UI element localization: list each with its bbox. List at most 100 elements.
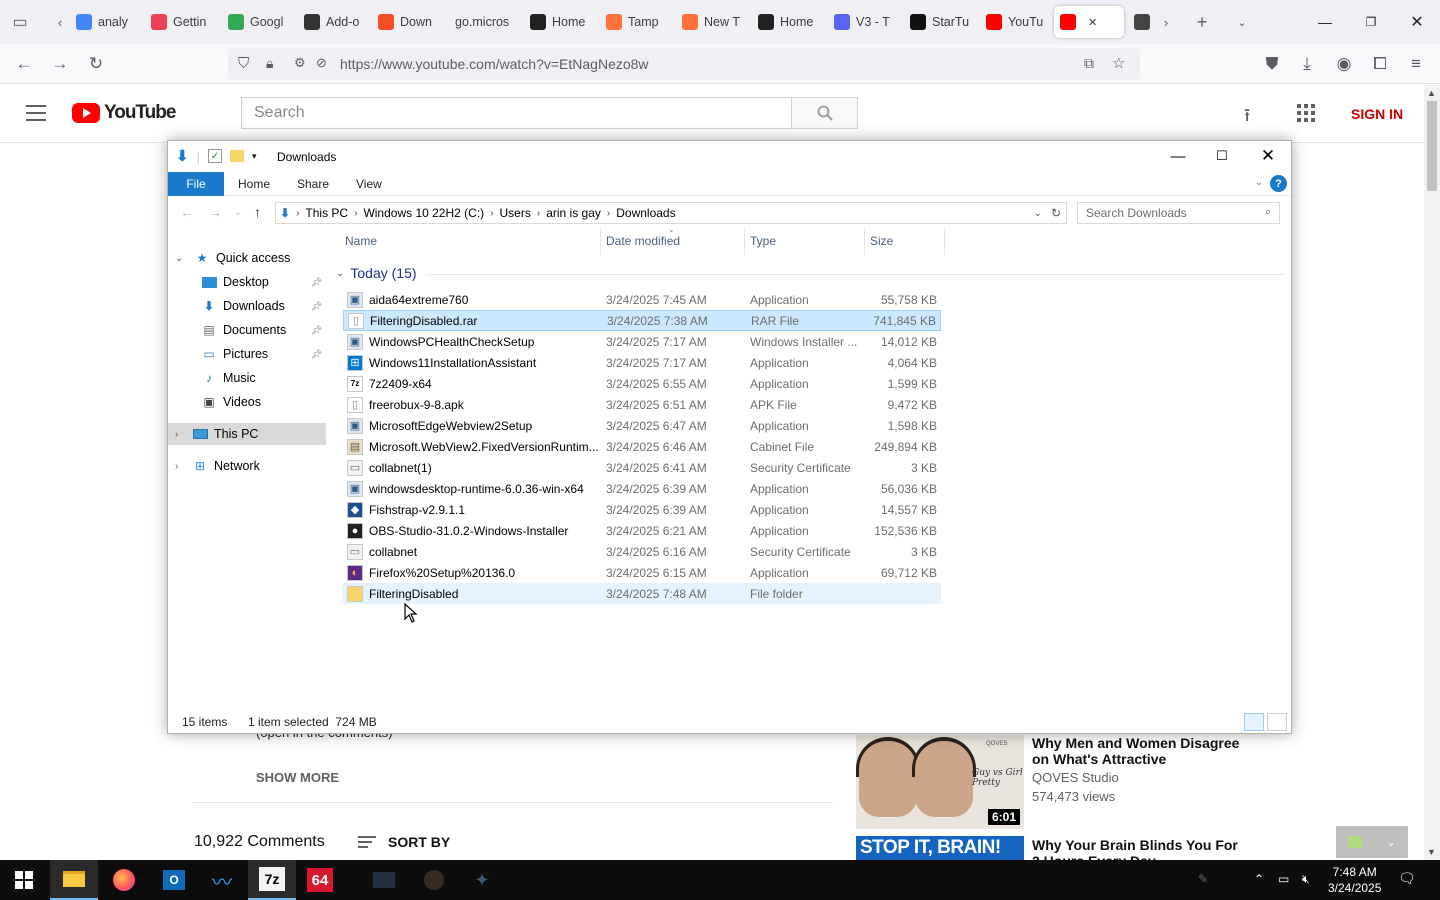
chevron-down-icon[interactable]: ⌄ — [175, 253, 183, 264]
file-row[interactable]: ● OBS-Studio-31.0.2-Windows-Installer 3/24… — [343, 520, 941, 541]
nav-videos[interactable]: ▣ Videos — [168, 391, 326, 413]
explorer-back-icon[interactable]: ← — [180, 204, 194, 220]
browser-tab[interactable]: Add-o — [298, 6, 368, 38]
address-dropdown-icon[interactable]: ⌄ — [1034, 208, 1042, 219]
column-date-modified[interactable]: Date modified — [606, 234, 680, 248]
column-name[interactable]: Name — [345, 234, 377, 248]
maximize-icon[interactable]: ❐ — [1348, 0, 1394, 44]
file-row[interactable]: ▯ FilteringDisabled.rar 3/24/2025 7:38 AM R… — [343, 310, 941, 331]
file-row[interactable]: FilteringDisabled 3/24/2025 7:48 AM File f… — [343, 583, 941, 604]
7zip-icon[interactable]: 7z — [248, 860, 296, 900]
breadcrumb-this-pc[interactable]: This PC — [301, 206, 352, 220]
chevron-down-icon[interactable]: ⌄ — [1387, 836, 1396, 849]
nav-downloads[interactable]: ⬇ Downloads 📌︎ — [168, 295, 326, 317]
list-all-tabs-icon[interactable]: ⌄ — [1228, 8, 1256, 36]
file-row[interactable]: ▣ windowsdesktop-runtime-6.0.36-win-x64 3/… — [343, 478, 941, 499]
upload-icon[interactable]: ⭱ — [1244, 103, 1250, 133]
chevron-down-icon[interactable]: ⌄ — [336, 268, 344, 279]
browser-tab[interactable]: YouTu — [980, 6, 1048, 38]
browser-tab[interactable]: Home — [524, 6, 596, 38]
pin-icon[interactable]: 📌︎ — [311, 349, 322, 360]
explorer-maximize-icon[interactable]: ☐ — [1199, 141, 1245, 171]
scrollbar-thumb[interactable] — [1427, 101, 1437, 191]
file-row[interactable]: ▣ WindowsPCHealthCheckSetup 3/24/2025 7:17… — [343, 331, 941, 352]
close-icon[interactable]: ✕ — [1394, 0, 1440, 44]
chrome-icon[interactable] — [410, 860, 458, 900]
firefox-icon[interactable] — [100, 860, 148, 900]
group-header-today[interactable]: ⌄ Today (15) — [336, 265, 417, 281]
extension-overlay-pill[interactable]: ⌄ — [1336, 826, 1408, 858]
scroll-down-arrow-icon[interactable]: ▼ — [1427, 847, 1436, 857]
forward-icon[interactable]: → — [46, 50, 74, 78]
file-row[interactable]: ◐ Firefox%20Setup%20136.0 3/24/2025 6:15 A… — [343, 562, 941, 583]
apps-grid-icon[interactable] — [1297, 104, 1315, 122]
reload-icon[interactable]: ↻ — [82, 50, 110, 78]
url-bar[interactable]: ⛉ 🔒︎ ⚙ ⊘ https://www.youtube.com/watch?v… — [228, 48, 1140, 80]
bookmark-star-icon[interactable]: ☆ — [1112, 54, 1125, 72]
firefox-view-icon[interactable]: ▭ — [6, 8, 34, 36]
explorer-title-bar[interactable]: ⬇ | ✓ ▾ Downloads — ☐ ✕ — [168, 141, 1291, 172]
recommendation-thumbnail[interactable]: STOP IT, BRAIN! — [856, 836, 1024, 860]
column-divider[interactable] — [864, 229, 865, 255]
obs-icon[interactable] — [360, 860, 408, 900]
nav-network[interactable]: › ⊞ Network — [168, 455, 326, 477]
file-row[interactable]: ▭ collabnet 3/24/2025 6:16 AM Security Cert… — [343, 541, 941, 562]
taskbar-clock[interactable]: 7:48 AM 3/24/2025 — [1328, 864, 1381, 896]
recommendation-thumbnail[interactable]: QOVES Guy vs Girl Pretty 6:01 — [856, 735, 1024, 829]
autoplay-blocked-icon[interactable]: ⊘ — [316, 55, 327, 71]
show-hidden-icons-icon[interactable]: ⌃ — [1254, 872, 1264, 886]
tray-app-icon[interactable]: ✎ — [1198, 872, 1208, 886]
pin-icon[interactable]: 📌︎ — [311, 301, 322, 312]
browser-tab[interactable]: ✕ — [1054, 6, 1124, 38]
nav-documents[interactable]: ▤ Documents 📌︎ — [168, 319, 326, 341]
back-icon[interactable]: ← — [10, 50, 38, 78]
explorer-close-icon[interactable]: ✕ — [1245, 141, 1291, 171]
chevron-right-icon[interactable]: › — [175, 461, 178, 472]
notification-center-icon[interactable]: 🗨︎ — [1398, 870, 1416, 887]
nav-desktop[interactable]: Desktop 📌︎ — [168, 271, 326, 293]
browser-tab[interactable]: Down — [372, 6, 444, 38]
ribbon-tab-view[interactable]: View — [356, 172, 382, 196]
explorer-search-input[interactable]: Search Downloads ⌕ — [1077, 202, 1280, 224]
explorer-minimize-icon[interactable]: — — [1155, 141, 1201, 171]
column-type[interactable]: Type — [750, 234, 776, 248]
downloads-icon[interactable]: ⤓ — [1293, 50, 1321, 78]
browser-tab[interactable]: New T — [676, 6, 748, 38]
scroll-up-arrow-icon[interactable]: ▲ — [1427, 88, 1436, 98]
column-divider[interactable] — [744, 229, 745, 255]
refresh-icon[interactable]: ↻ — [1051, 206, 1061, 220]
start-icon[interactable] — [0, 860, 48, 900]
tracking-shield-icon[interactable]: ⛉ — [238, 55, 249, 72]
nav-music[interactable]: ♪ Music — [168, 367, 326, 389]
lock-icon[interactable]: 🔒︎ — [266, 55, 273, 72]
sort-by-button[interactable]: SORT BY — [358, 834, 450, 850]
column-divider[interactable] — [600, 229, 601, 255]
recommendation-title[interactable]: Why Men and Women Disagree on What's Att… — [1032, 735, 1242, 767]
file-row[interactable]: 7z 7z2409-x64 3/24/2025 6:55 AM Application… — [343, 373, 941, 394]
large-icons-view-icon[interactable] — [1267, 713, 1287, 731]
browser-tab[interactable]: Tamp — [600, 6, 672, 38]
details-view-icon[interactable] — [1244, 713, 1264, 731]
vpn-icon[interactable]: 〰 — [198, 860, 246, 900]
picture-in-picture-icon[interactable]: ⧉ — [1084, 55, 1094, 72]
app-menu-icon[interactable]: ≡ — [1402, 50, 1430, 78]
browser-tab[interactable]: Home — [752, 6, 824, 38]
close-tab-icon[interactable]: ✕ — [1088, 16, 1097, 29]
explorer-forward-icon[interactable]: → — [208, 204, 222, 220]
browser-tab[interactable]: StarTu — [904, 6, 976, 38]
file-row[interactable]: ▣ aida64extreme760 3/24/2025 7:45 AM Applic… — [343, 289, 941, 310]
browser-tab[interactable]: V3 - T — [828, 6, 900, 38]
breadcrumb-users[interactable]: Users — [496, 206, 535, 220]
pin-icon[interactable]: 📌︎ — [311, 277, 322, 288]
youtube-logo[interactable]: YouTube — [72, 102, 176, 124]
file-row[interactable]: ◆ Fishstrap-v2.9.1.1 3/24/2025 6:39 AM Appl… — [343, 499, 941, 520]
minimize-icon[interactable]: — — [1302, 0, 1348, 44]
browser-tab[interactable]: Gettin — [145, 6, 217, 38]
new-folder-icon[interactable] — [229, 150, 244, 162]
recommendation-title[interactable]: Why Your Brain Blinds You For 2 Hours Ev… — [1032, 837, 1242, 860]
nav-pictures[interactable]: ▭ Pictures 📌︎ — [168, 343, 326, 365]
nav-this-pc[interactable]: › This PC — [168, 423, 326, 445]
permissions-icon[interactable]: ⚙ — [294, 55, 306, 71]
pin-icon[interactable]: 📌︎ — [311, 325, 322, 336]
file-row[interactable]: ⊞ Windows11InstallationAssistant 3/24/2025… — [343, 352, 941, 373]
